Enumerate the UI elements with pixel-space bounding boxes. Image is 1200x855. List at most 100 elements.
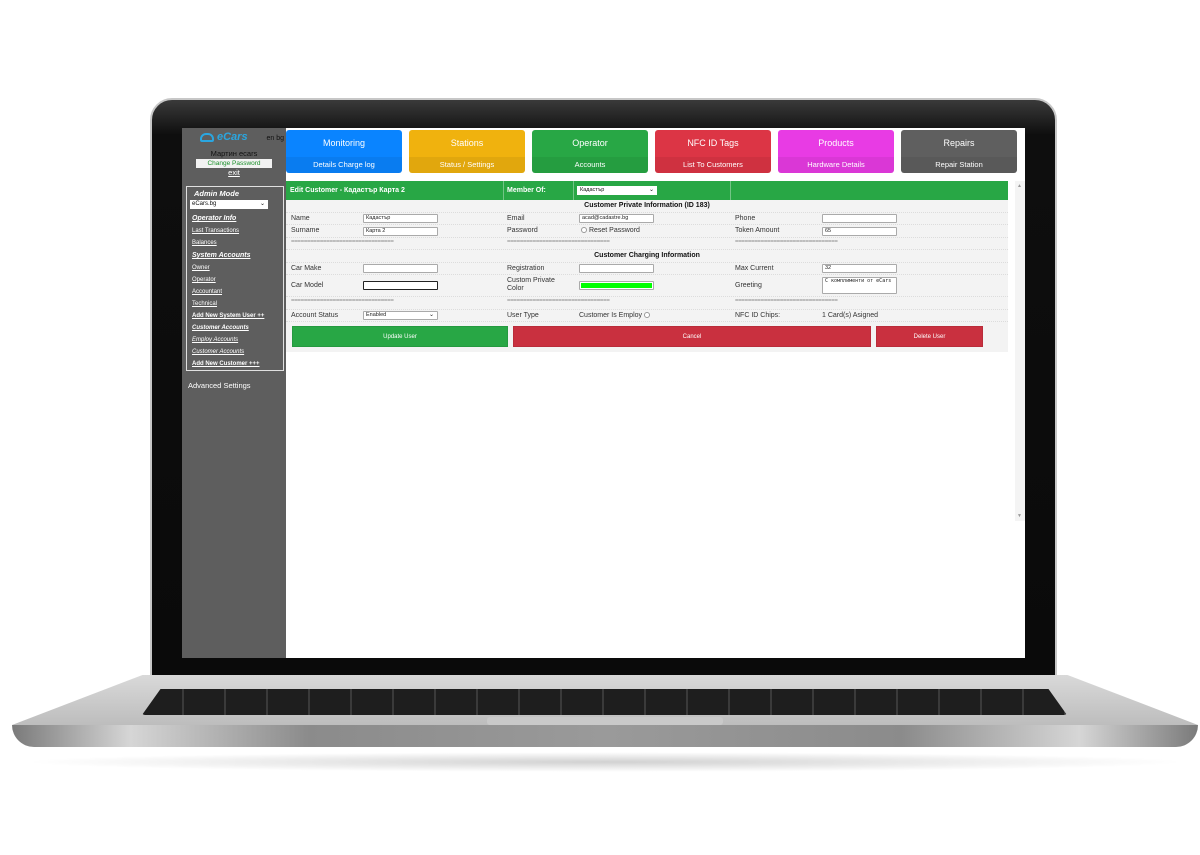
operator-select[interactable]: eCars.bg ⌄ <box>190 200 268 209</box>
password-label: Password <box>507 227 538 234</box>
vertical-scrollbar[interactable]: ▲ ▼ <box>1015 181 1025 521</box>
divider <box>503 181 504 200</box>
name-input[interactable]: Кадастър <box>363 214 438 223</box>
screen: eCars en bg Мартин ecars Change Password… <box>182 128 1025 658</box>
tile-stations-sub[interactable]: Status / Settings <box>409 157 525 173</box>
update-user-button[interactable]: Update User <box>292 326 508 347</box>
token-amount-input[interactable]: 65 <box>822 226 897 236</box>
laptop-edge <box>12 725 1198 747</box>
account-status-label: Account Status <box>291 311 339 319</box>
sidebar-item-employ-accounts[interactable]: Employ Accounts <box>190 337 280 343</box>
scroll-up-icon[interactable]: ▲ <box>1017 183 1022 189</box>
laptop-trackpad <box>487 717 723 725</box>
form-header: Edit Customer - Кадастър Карта 2 Member … <box>286 181 1008 200</box>
separator: ================================ <box>507 238 610 245</box>
token-amount-label: Token Amount <box>735 227 780 234</box>
nfc-chips-label: NFC ID Chips: <box>735 311 781 319</box>
sidebar-item-add-system-user[interactable]: Add New System User ++ <box>190 313 280 319</box>
laptop-base <box>12 675 1198 755</box>
laptop-shadow <box>20 752 1190 772</box>
sidebar-item-customer-accounts-section[interactable]: Customer Accounts <box>190 325 280 331</box>
sidebar-item-technical[interactable]: Technical <box>190 301 280 307</box>
nfc-chips-value: 1 Card(s) Asigned <box>822 311 879 319</box>
tile-repairs[interactable]: Repairs Repair Station <box>901 130 1017 173</box>
surname-input[interactable]: Карта 2 <box>363 226 438 236</box>
sidebar-item-customer-accounts[interactable]: Customer Accounts <box>190 349 280 355</box>
car-plug-icon <box>200 132 214 142</box>
tile-nfc-sub[interactable]: List To Customers <box>655 157 771 173</box>
greeting-textarea[interactable]: С комплименти от eCars <box>822 277 897 294</box>
admin-mode-title: Admin Mode <box>194 189 239 198</box>
sidebar-item-owner[interactable]: Owner <box>190 265 280 271</box>
chevron-down-icon: ⌄ <box>259 201 265 207</box>
color-swatch <box>581 283 652 288</box>
email-label: Email <box>507 214 525 222</box>
separator: ================================ <box>735 298 838 304</box>
registration-input[interactable] <box>579 264 654 273</box>
advanced-settings-link[interactable]: Advanced Settings <box>188 381 286 390</box>
car-model-input[interactable] <box>363 281 438 290</box>
form-row: Car Model Custom Private Color Greeting … <box>286 275 1008 297</box>
tile-repairs-sub[interactable]: Repair Station <box>901 157 1017 173</box>
form-row: Account Status Enabled ⌄ User Type Custo… <box>286 310 1008 322</box>
edit-customer-form: Edit Customer - Кадастър Карта 2 Member … <box>286 181 1008 352</box>
sidebar-item-accountant[interactable]: Accountant <box>190 289 280 295</box>
customer-is-employ-radio[interactable] <box>643 311 650 318</box>
form-row: Surname Карта 2 Password Reset Password … <box>286 225 1008 238</box>
tile-stations[interactable]: Stations Status / Settings <box>409 130 525 173</box>
delete-user-button[interactable]: Delete User <box>876 326 983 347</box>
separator: ================================ <box>291 298 394 304</box>
chevron-down-icon: ⌄ <box>428 312 434 318</box>
surname-label: Surname <box>291 227 320 234</box>
registration-label: Registration <box>507 264 545 272</box>
top-nav: Monitoring Details Charge log Stations S… <box>286 128 1025 174</box>
divider <box>573 181 574 200</box>
change-password-button[interactable]: Change Password <box>196 159 272 168</box>
tile-nfc-id-tags[interactable]: NFC ID Tags List To Customers <box>655 130 771 173</box>
customer-is-employ-option[interactable]: Customer Is Employ <box>579 312 650 319</box>
charging-info-title: Customer Charging Information <box>594 252 700 259</box>
member-of-select[interactable]: Кадастър ⌄ <box>577 186 657 195</box>
main-content: Edit Customer - Кадастър Карта 2 Member … <box>286 181 1025 658</box>
sidebar-item-last-transactions[interactable]: Last Transactions <box>190 228 280 234</box>
car-make-input[interactable] <box>363 264 438 273</box>
form-body: Customer Private Information (ID 183) Na… <box>286 200 1008 352</box>
separator-row: ================================ =======… <box>286 238 1008 250</box>
max-current-label: Max Current <box>735 264 774 272</box>
tile-monitoring[interactable]: Monitoring Details Charge log <box>286 130 402 173</box>
sidebar-item-operator-info[interactable]: Operator Info <box>190 215 280 222</box>
custom-color-picker[interactable] <box>579 281 654 290</box>
account-status-select[interactable]: Enabled ⌄ <box>363 311 438 320</box>
tile-operator[interactable]: Operator Accounts <box>532 130 648 173</box>
car-make-label: Car Make <box>291 264 322 272</box>
sidebar-item-balances[interactable]: Balances <box>190 240 280 246</box>
reset-password-radio[interactable] <box>581 227 587 234</box>
sidebar-item-operator[interactable]: Operator <box>190 277 280 283</box>
form-title: Edit Customer - Кадастър Карта 2 <box>290 187 405 194</box>
tile-products[interactable]: Products Hardware Details <box>778 130 894 173</box>
sidebar-item-system-accounts[interactable]: System Accounts <box>190 252 280 259</box>
tile-monitoring-sub[interactable]: Details Charge log <box>286 157 402 173</box>
phone-input[interactable] <box>822 214 897 223</box>
exit-link[interactable]: exit <box>182 168 286 177</box>
cancel-button[interactable]: Cancel <box>513 326 871 347</box>
form-row: Name Кадастър Email acad@cadastre.bg Pho… <box>286 213 1008 225</box>
separator: ================================ <box>291 238 394 245</box>
reset-password-option[interactable]: Reset Password <box>581 227 640 234</box>
separator-row: ================================ =======… <box>286 297 1008 310</box>
max-current-input[interactable]: 32 <box>822 264 897 273</box>
separator: ================================ <box>735 238 838 245</box>
ecars-logo[interactable]: eCars <box>200 131 248 143</box>
phone-label: Phone <box>735 214 756 222</box>
divider <box>730 181 731 200</box>
greeting-label: Greeting <box>735 282 762 289</box>
sidebar-item-add-customer[interactable]: Add New Customer +++ <box>190 361 280 367</box>
language-switch[interactable]: en bg <box>266 135 284 142</box>
tile-products-sub[interactable]: Hardware Details <box>778 157 894 173</box>
tile-operator-sub[interactable]: Accounts <box>532 157 648 173</box>
sidebar: eCars en bg Мартин ecars Change Password… <box>182 128 286 658</box>
car-model-label: Car Model <box>291 282 324 289</box>
email-input[interactable]: acad@cadastre.bg <box>579 214 654 223</box>
chevron-down-icon: ⌄ <box>648 187 654 193</box>
scroll-down-icon[interactable]: ▼ <box>1017 513 1022 519</box>
